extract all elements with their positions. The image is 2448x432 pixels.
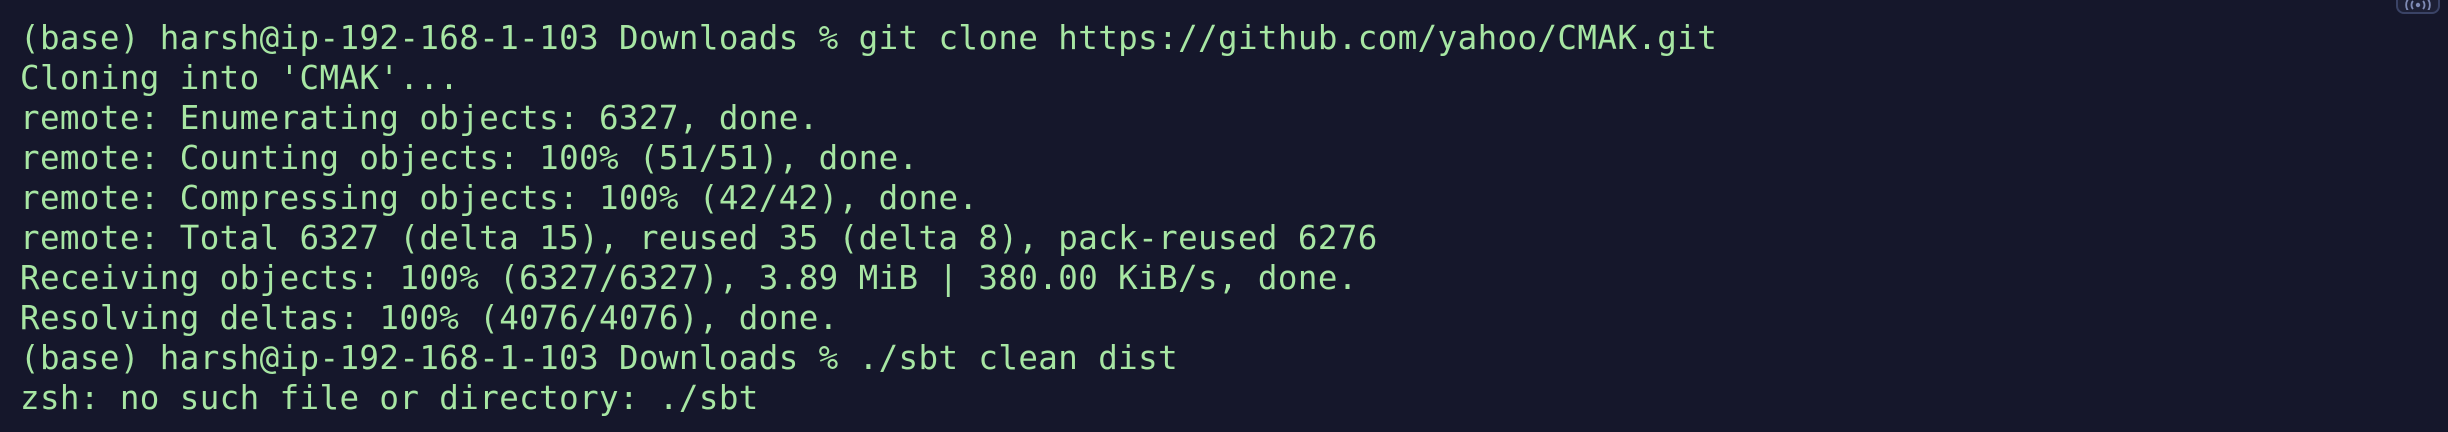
terminal-line: Cloning into 'CMAK'...: [20, 59, 460, 97]
terminal-window[interactable]: (base) harsh@ip-192-168-1-103 Downloads …: [0, 0, 2448, 432]
terminal-line: remote: Compressing objects: 100% (42/42…: [20, 179, 979, 217]
terminal-line: zsh: no such file or directory: ./sbt: [20, 379, 759, 417]
terminal-line: Resolving deltas: 100% (4076/4076), done…: [20, 299, 839, 337]
terminal-line: (base) harsh@ip-192-168-1-103 Downloads …: [20, 339, 1179, 377]
terminal-line: Receiving objects: 100% (6327/6327), 3.8…: [20, 259, 1358, 297]
terminal-line: (base) harsh@ip-192-168-1-103 Downloads …: [20, 19, 1718, 57]
terminal-line: remote: Counting objects: 100% (51/51), …: [20, 139, 919, 177]
terminal-line: remote: Total 6327 (delta 15), reused 35…: [20, 219, 1378, 257]
broadcast-icon[interactable]: [2396, 0, 2440, 14]
terminal-line: remote: Enumerating objects: 6327, done.: [20, 99, 819, 137]
